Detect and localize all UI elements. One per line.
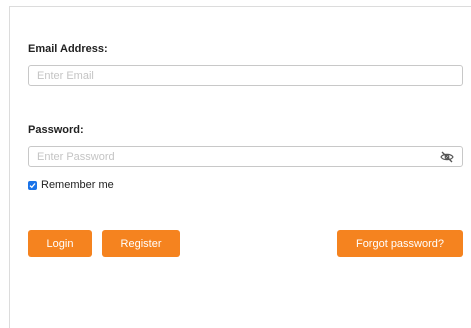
forgot-password-button[interactable]: Forgot password? bbox=[337, 230, 463, 257]
eye-slash-icon[interactable] bbox=[440, 151, 454, 163]
email-field[interactable] bbox=[28, 65, 463, 86]
password-field[interactable] bbox=[28, 146, 463, 167]
remember-me-checkbox[interactable]: Remember me bbox=[28, 179, 114, 191]
email-label: Email Address: bbox=[28, 43, 108, 55]
remember-me-label: Remember me bbox=[41, 179, 114, 191]
checkbox-checked-icon[interactable] bbox=[28, 180, 37, 190]
login-button[interactable]: Login bbox=[28, 230, 92, 257]
password-label: Password: bbox=[28, 124, 84, 136]
register-button[interactable]: Register bbox=[102, 230, 180, 257]
